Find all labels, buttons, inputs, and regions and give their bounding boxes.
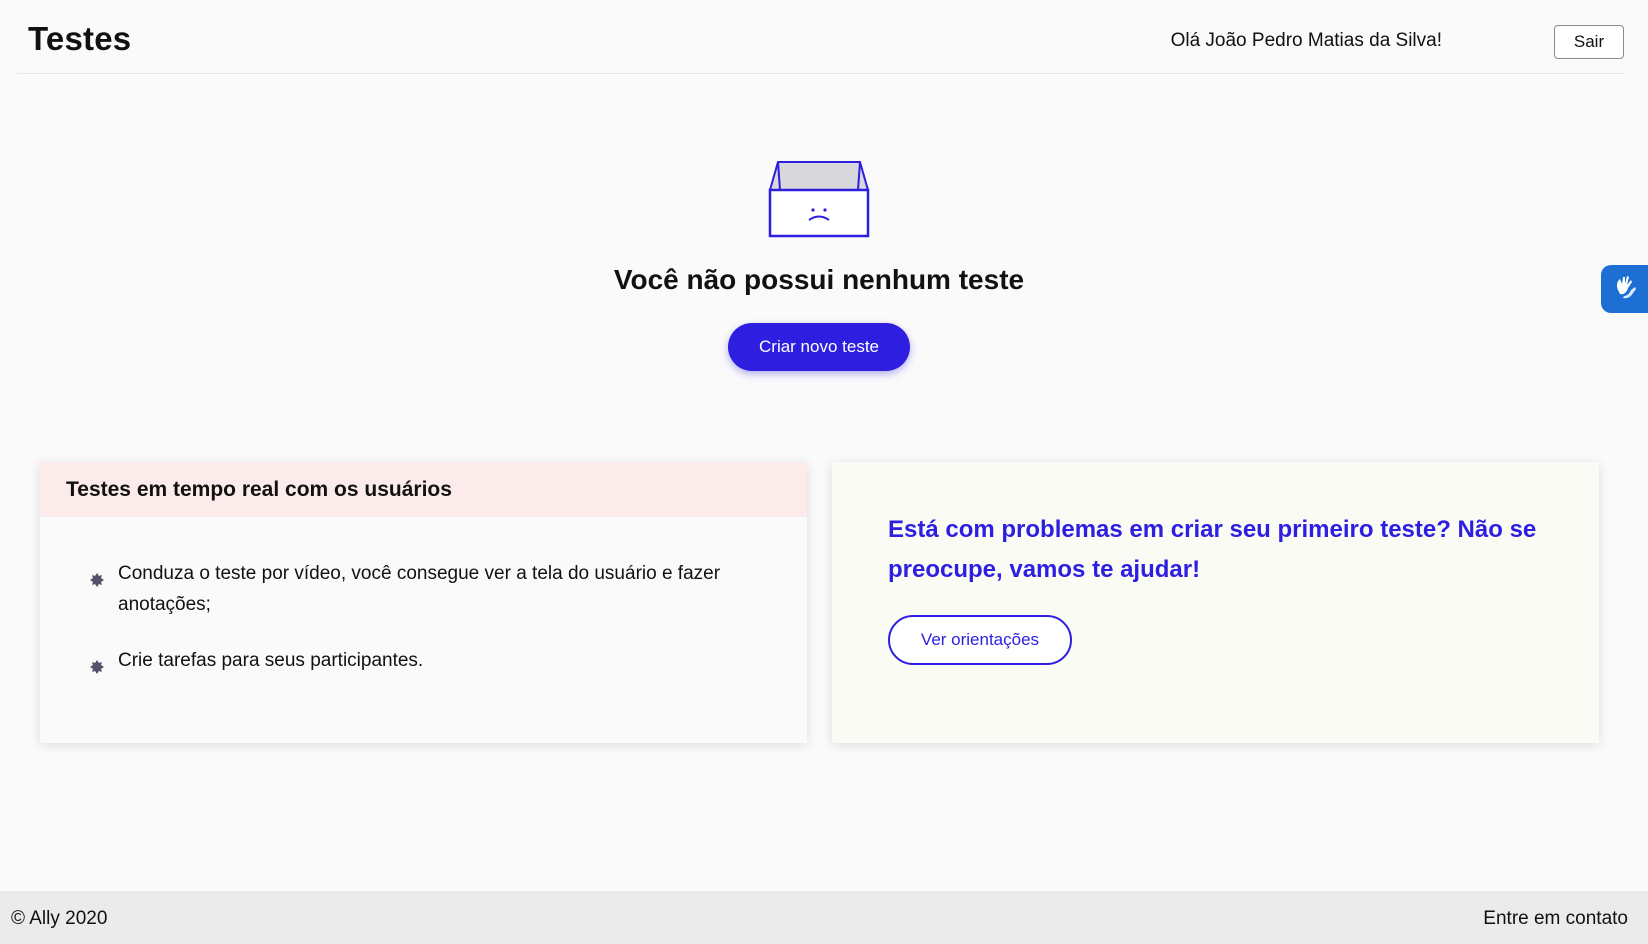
view-guidelines-button[interactable]: Ver orientações — [888, 615, 1072, 665]
help-card: Está com problemas em criar seu primeiro… — [832, 462, 1599, 743]
info-card-list: Conduza o teste por vídeo, você consegue… — [90, 558, 750, 701]
logout-button[interactable]: Sair — [1554, 25, 1624, 59]
empty-state-title: Você não possui nenhum teste — [613, 264, 1025, 295]
page: Testes Olá João Pedro Matias da Silva! S… — [0, 0, 1648, 944]
header: Testes Olá João Pedro Matias da Silva! S… — [17, 0, 1624, 74]
list-item: Conduza o teste por vídeo, você consegue… — [90, 558, 750, 620]
footer-copyright: © Ally 2020 — [11, 908, 108, 929]
list-item: Crie tarefas para seus participantes. — [90, 645, 750, 676]
create-test-button[interactable]: Criar novo teste — [728, 323, 910, 371]
page-title: Testes — [28, 20, 132, 57]
empty-box-sad-face-icon — [764, 160, 874, 246]
info-card-title: Testes em tempo real com os usuários — [40, 462, 807, 517]
contact-link[interactable]: Entre em contato — [1483, 908, 1628, 930]
help-card-text: Está com problemas em criar seu primeiro… — [888, 516, 1537, 583]
list-item-text: Conduza o teste por vídeo, você consegue… — [118, 563, 721, 615]
user-greeting: Olá João Pedro Matias da Silva! — [1170, 30, 1442, 51]
info-card: Testes em tempo real com os usuários Con… — [40, 462, 807, 743]
footer: © Ally 2020 Entre em contato — [0, 891, 1648, 944]
bullet-icon — [90, 566, 104, 587]
list-item-text: Crie tarefas para seus participantes. — [118, 650, 424, 671]
bullet-icon — [90, 653, 104, 674]
